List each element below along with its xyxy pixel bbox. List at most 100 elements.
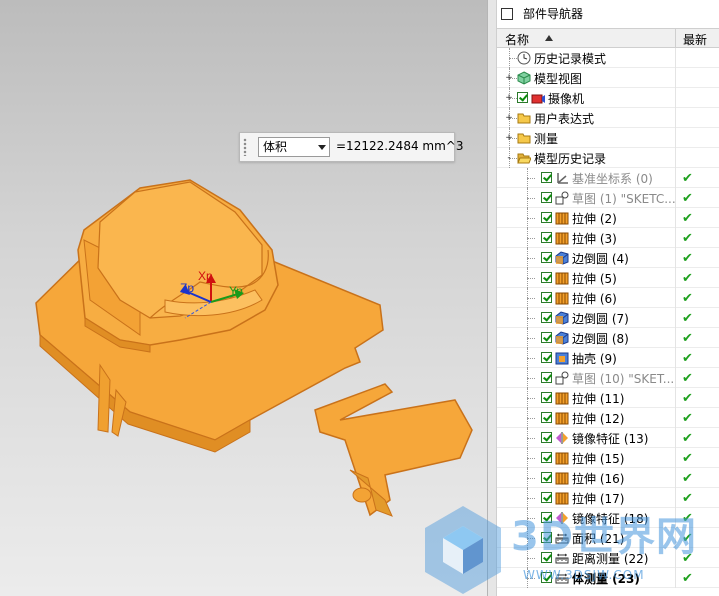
visibility-checkbox[interactable]: [541, 252, 552, 263]
up-to-date-check-icon: ✔: [682, 551, 693, 566]
visibility-checkbox[interactable]: [541, 492, 552, 503]
tree-row[interactable]: 草图 (1) "SKETC... ✔: [497, 188, 719, 208]
tree-row[interactable]: 抽壳 (9) ✔: [497, 348, 719, 368]
chevron-down-icon: [318, 145, 326, 150]
tree-row[interactable]: 边倒圆 (8) ✔: [497, 328, 719, 348]
tree-row[interactable]: 拉伸 (5) ✔: [497, 268, 719, 288]
visibility-checkbox[interactable]: [541, 572, 552, 583]
measure-icon: [555, 531, 569, 545]
visibility-checkbox[interactable]: [541, 312, 552, 323]
visibility-checkbox[interactable]: [541, 292, 552, 303]
tree-row[interactable]: 拉伸 (11) ✔: [497, 388, 719, 408]
visibility-checkbox[interactable]: [541, 352, 552, 363]
column-latest-header[interactable]: 最新: [683, 31, 707, 48]
extrude-icon: [555, 271, 569, 285]
visibility-checkbox[interactable]: [541, 512, 552, 523]
column-name-header[interactable]: 名称: [505, 31, 529, 48]
window-box-icon[interactable]: [501, 8, 513, 20]
tree-row[interactable]: 基准坐标系 (0) ✔: [497, 168, 719, 188]
tree-row[interactable]: 距离测量 (22) ✔: [497, 548, 719, 568]
tree-row[interactable]: 历史记录模式: [497, 48, 719, 68]
visibility-checkbox[interactable]: [541, 532, 552, 543]
tree-row-label: 拉伸 (11): [572, 392, 625, 406]
extrude-icon: [555, 491, 569, 505]
model-view-icon: [517, 71, 531, 85]
navigator-title-bar: 部件导航器: [497, 0, 719, 28]
tree-row[interactable]: 拉伸 (16) ✔: [497, 468, 719, 488]
tree-row[interactable]: - 模型历史记录: [497, 148, 719, 168]
tree-row[interactable]: 拉伸 (3) ✔: [497, 228, 719, 248]
visibility-checkbox[interactable]: [541, 272, 552, 283]
tree-row[interactable]: 拉伸 (6) ✔: [497, 288, 719, 308]
model-render[interactable]: Xp Zp Yp: [0, 0, 487, 596]
visibility-checkbox[interactable]: [541, 332, 552, 343]
tree-row[interactable]: 体测量 (23) ✔: [497, 568, 719, 588]
tree-row[interactable]: + 模型视图: [497, 68, 719, 88]
visibility-checkbox[interactable]: [541, 372, 552, 383]
tree-row[interactable]: 镜像特征 (13) ✔: [497, 428, 719, 448]
expand-icon[interactable]: +: [505, 74, 513, 83]
folder-icon: [517, 131, 531, 145]
tree-row-label: 模型视图: [534, 72, 583, 86]
tree-row[interactable]: 镜像特征 (18) ✔: [497, 508, 719, 528]
tree-row[interactable]: 草图 (10) "SKET... ✔: [497, 368, 719, 388]
up-to-date-check-icon: ✔: [682, 511, 693, 526]
edge-blend-icon: [555, 311, 569, 325]
panel-splitter[interactable]: [487, 0, 497, 596]
tree-row-label: 拉伸 (5): [572, 272, 617, 286]
tree-row[interactable]: 拉伸 (15) ✔: [497, 448, 719, 468]
visibility-checkbox[interactable]: [541, 212, 552, 223]
visibility-checkbox[interactable]: [541, 452, 552, 463]
visibility-checkbox[interactable]: [541, 432, 552, 443]
measure-icon: [555, 571, 569, 585]
sort-ascending-icon[interactable]: [545, 35, 553, 41]
part-navigator: 部件导航器 名称 最新 历史记录模式 + 模型视图 + 摄像机 + 用户表达式 + 测量 - 模型历…: [497, 0, 719, 596]
tree-row[interactable]: + 摄像机: [497, 88, 719, 108]
tree-row[interactable]: 边倒圆 (7) ✔: [497, 308, 719, 328]
visibility-checkbox[interactable]: [517, 92, 528, 103]
up-to-date-check-icon: ✔: [682, 571, 693, 586]
tree-row-label: 用户表达式: [534, 112, 595, 126]
tree-row[interactable]: 拉伸 (12) ✔: [497, 408, 719, 428]
expand-icon[interactable]: +: [505, 134, 513, 143]
camera-icon: [531, 91, 545, 105]
tree-row-label: 草图 (10) "SKET...: [572, 372, 675, 386]
drag-handle[interactable]: [243, 138, 247, 156]
visibility-checkbox[interactable]: [541, 232, 552, 243]
tree-row-label: 面积 (21): [572, 532, 625, 546]
visibility-checkbox[interactable]: [541, 392, 552, 403]
up-to-date-check-icon: ✔: [682, 451, 693, 466]
tree-row[interactable]: 拉伸 (2) ✔: [497, 208, 719, 228]
navigator-title: 部件导航器: [523, 7, 584, 21]
up-to-date-check-icon: ✔: [682, 231, 693, 246]
up-to-date-check-icon: ✔: [682, 311, 693, 326]
visibility-checkbox[interactable]: [541, 552, 552, 563]
expand-icon[interactable]: +: [505, 94, 513, 103]
tree-row-label: 边倒圆 (7): [572, 312, 629, 326]
tree-row-label: 基准坐标系 (0): [572, 172, 653, 186]
tree-row[interactable]: 拉伸 (17) ✔: [497, 488, 719, 508]
up-to-date-check-icon: ✔: [682, 471, 693, 486]
measure-type-select[interactable]: 体积: [258, 137, 330, 157]
navigator-header: 名称 最新: [497, 28, 719, 48]
up-to-date-check-icon: ✔: [682, 431, 693, 446]
tree-row-label: 拉伸 (17): [572, 492, 625, 506]
tree-row[interactable]: + 用户表达式: [497, 108, 719, 128]
visibility-checkbox[interactable]: [541, 192, 552, 203]
visibility-checkbox[interactable]: [541, 172, 552, 183]
collapse-icon[interactable]: -: [505, 154, 513, 163]
visibility-checkbox[interactable]: [541, 412, 552, 423]
tree-row[interactable]: + 测量: [497, 128, 719, 148]
tree-row-label: 测量: [534, 132, 559, 146]
axis-x-label: Xp: [198, 269, 213, 283]
visibility-checkbox[interactable]: [541, 472, 552, 483]
up-to-date-check-icon: ✔: [682, 251, 693, 266]
arm-pin: [352, 487, 372, 503]
expand-icon[interactable]: +: [505, 114, 513, 123]
tree-row[interactable]: 面积 (21) ✔: [497, 528, 719, 548]
graphics-viewport[interactable]: Xp Zp Yp 体积 =12122.2484 mm^3: [0, 0, 487, 596]
edge-blend-icon: [555, 331, 569, 345]
tree-row[interactable]: 边倒圆 (4) ✔: [497, 248, 719, 268]
up-to-date-check-icon: ✔: [682, 371, 693, 386]
up-to-date-check-icon: ✔: [682, 171, 693, 186]
